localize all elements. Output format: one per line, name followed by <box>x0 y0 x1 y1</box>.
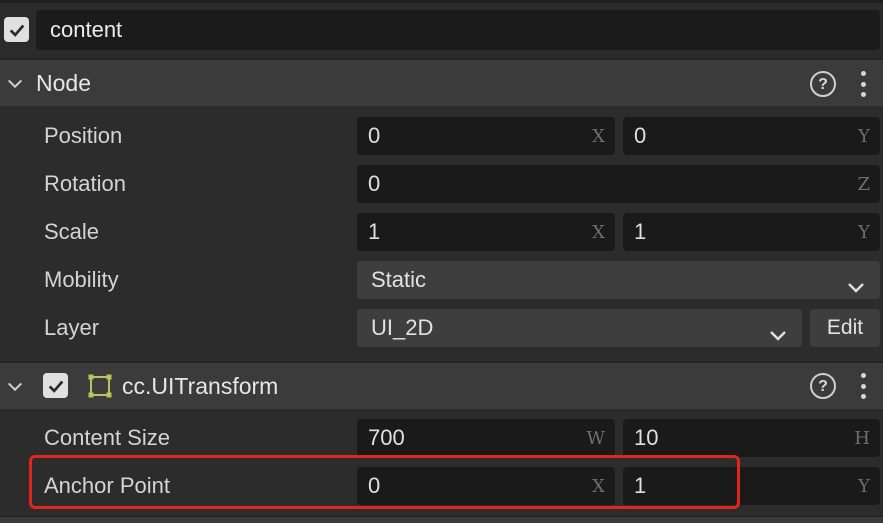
next-section-edge <box>0 516 883 523</box>
rotation-z-suffix: Z <box>857 174 870 195</box>
layer-edit-button[interactable]: Edit <box>810 309 880 347</box>
position-y-suffix: Y <box>858 126 870 147</box>
mobility-value: Static <box>371 267 427 292</box>
help-circle-icon[interactable]: ? <box>810 71 836 97</box>
chevron-down-icon <box>846 271 866 309</box>
anchor-point-y-suffix: Y <box>858 476 870 497</box>
mobility-label: Mobility <box>44 267 119 292</box>
rotation-label: Rotation <box>44 171 126 196</box>
chevron-down-icon <box>768 319 788 357</box>
uitransform-enabled-checkbox[interactable] <box>43 373 68 398</box>
rotation-z-value: 0 <box>368 171 381 196</box>
node-name-input[interactable]: content <box>36 10 880 50</box>
content-size-h-input[interactable]: 10 H <box>623 419 880 457</box>
scale-x-suffix: X <box>592 222 605 243</box>
layer-select[interactable]: UI_2D <box>357 309 802 347</box>
content-size-w-suffix: W <box>586 428 605 449</box>
uitransform-bracket-icon <box>87 373 113 404</box>
content-size-label: Content Size <box>44 425 170 450</box>
content-size-w-input[interactable]: 700 W <box>357 419 615 457</box>
more-vertical-icon[interactable] <box>860 373 866 399</box>
scale-y-input[interactable]: 1 Y <box>623 213 880 251</box>
scale-y-value: 1 <box>634 219 647 244</box>
layer-label: Layer <box>44 315 100 340</box>
anchor-point-label: Anchor Point <box>44 473 170 498</box>
scale-x-input[interactable]: 1 X <box>357 213 615 251</box>
chevron-down-icon[interactable] <box>6 75 24 98</box>
mobility-select[interactable]: Static <box>357 261 880 299</box>
position-label: Position <box>44 123 123 148</box>
position-x-suffix: X <box>592 126 605 147</box>
position-y-input[interactable]: 0 Y <box>623 117 880 155</box>
checkmark-icon <box>48 380 63 393</box>
node-enabled-checkbox[interactable] <box>4 17 29 42</box>
checkmark-icon <box>9 24 24 37</box>
uitransform-section-title: cc.UITransform <box>122 373 279 399</box>
position-x-value: 0 <box>368 123 381 148</box>
layer-value: UI_2D <box>371 315 434 340</box>
scale-x-value: 1 <box>368 219 381 244</box>
anchor-point-x-input[interactable]: 0 X <box>357 467 615 505</box>
anchor-point-y-value: 1 <box>634 473 647 498</box>
anchor-point-x-value: 0 <box>368 473 381 498</box>
position-x-input[interactable]: 0 X <box>357 117 615 155</box>
chevron-down-icon[interactable] <box>6 378 24 401</box>
rotation-z-input[interactable]: 0 Z <box>357 165 880 203</box>
help-circle-icon[interactable]: ? <box>810 373 836 399</box>
node-section-title: Node <box>36 70 91 96</box>
more-vertical-icon[interactable] <box>860 71 866 97</box>
scale-label: Scale <box>44 219 100 244</box>
scale-y-suffix: Y <box>858 222 870 243</box>
anchor-point-y-input[interactable]: 1 Y <box>623 467 880 505</box>
node-section-header[interactable] <box>0 58 883 106</box>
content-size-h-suffix: H <box>854 428 870 449</box>
content-size-h-value: 10 <box>634 425 659 450</box>
content-size-w-value: 700 <box>368 425 405 450</box>
position-y-value: 0 <box>634 123 647 148</box>
anchor-point-x-suffix: X <box>592 476 605 497</box>
